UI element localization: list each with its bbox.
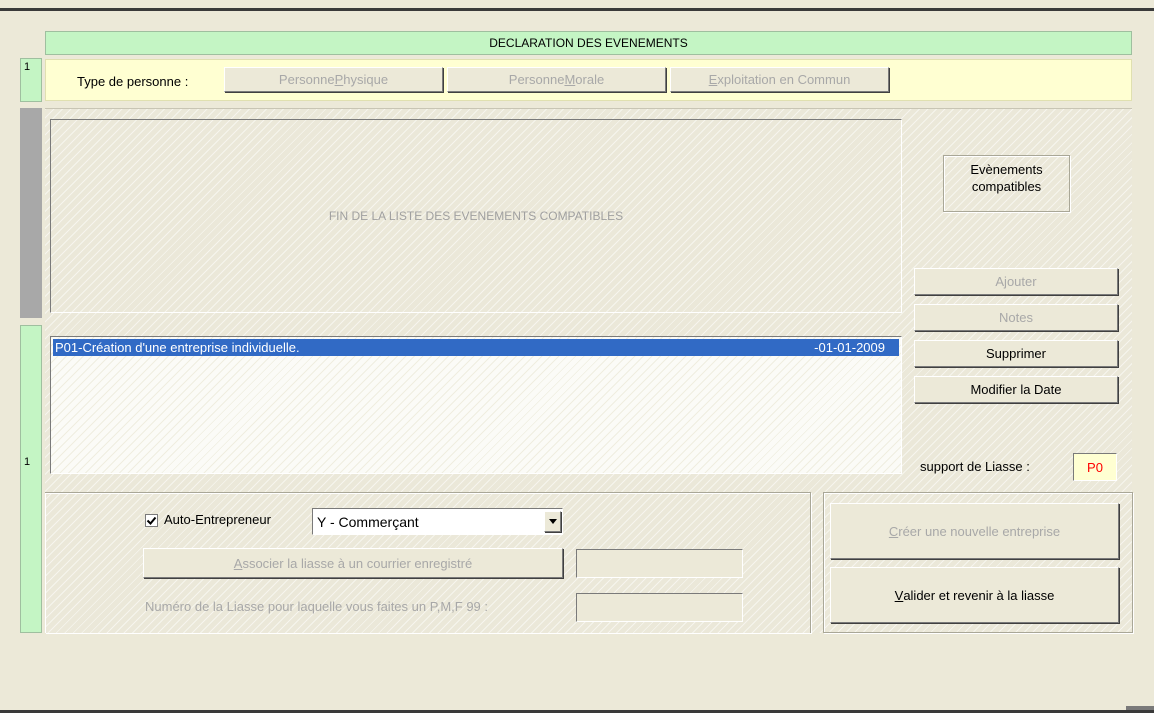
event-label: P01-Création d'une entreprise individuel… [55,340,300,355]
list-item[interactable]: P01-Création d'une entreprise individuel… [53,339,899,356]
create-company-button[interactable]: Créer une nouvelle entreprise [830,503,1119,559]
category-select[interactable]: Y - Commerçant [312,508,563,535]
resize-grip[interactable] [1126,706,1154,710]
notes-button[interactable]: Notes [914,304,1118,331]
liasse-value: P0 [1087,459,1103,475]
category-value: Y - Commerçant [317,514,419,530]
checkmark-icon [146,516,157,525]
ajouter-button[interactable]: Ajouter [914,268,1118,295]
row-strip-top: 1 [20,58,42,102]
associate-liasse-button[interactable]: Associer la liasse à un courrier enregis… [143,548,563,578]
personne-physique-button[interactable]: Personne Physique [224,67,443,92]
chevron-down-icon [548,519,557,524]
selected-events-list[interactable]: P01-Création d'une entreprise individuel… [50,336,902,474]
exploitation-commun-button[interactable]: Exploitation en Commun [670,67,889,92]
supprimer-button[interactable]: Supprimer [914,340,1118,367]
event-date: -01-01-2009 [814,340,885,355]
liasse-label: support de Liasse : [920,459,1030,474]
category-dropdown-button[interactable] [544,511,561,532]
auto-entrepreneur-label: Auto-Entrepreneur [164,512,271,527]
top-border [0,8,1154,11]
end-of-list-text: FIN DE LA LISTE DES EVENEMENTS COMPATIBL… [328,209,624,223]
auto-entrepreneur-checkbox[interactable] [145,514,158,527]
liasse-number-label: Numéro de la Liasse pour laquelle vous f… [145,599,489,614]
associate-liasse-field[interactable] [576,549,743,578]
title-band: DECLARATION DES EVENEMENTS [45,31,1132,55]
person-type-label: Type de personne : [77,74,189,89]
liasse-number-field[interactable] [576,593,743,622]
compatible-events-list[interactable]: FIN DE LA LISTE DES EVENEMENTS COMPATIBL… [50,119,902,313]
row-strip-gray [20,108,42,318]
liasse-value-box: P0 [1073,453,1117,481]
row-number-bottom: 1 [24,456,31,468]
row-strip-bottom: 1 [20,325,42,633]
row-number-top: 1 [24,61,31,73]
personne-morale-button[interactable]: Personne Morale [447,67,666,92]
page-title: DECLARATION DES EVENEMENTS [489,36,688,50]
validate-return-button[interactable]: Valider et revenir à la liasse [830,567,1119,623]
compatible-events-header: Evènements compatibles [943,155,1070,212]
modifier-date-button[interactable]: Modifier la Date [914,376,1118,403]
